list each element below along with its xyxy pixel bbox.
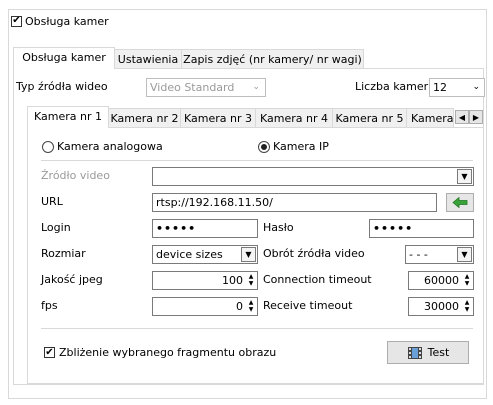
tab-settings[interactable]: Ustawienia [114, 49, 182, 69]
login-input[interactable]: ••••• [152, 219, 258, 238]
chevron-down-icon: ▼ [457, 247, 472, 262]
chevron-left-icon: ◀ [458, 112, 466, 122]
fps-spinner[interactable]: 0 ▲ ▼ [152, 297, 258, 316]
camera-count-value: 12 [433, 81, 447, 94]
tab-photo-save[interactable]: Zapis zdjęć (nr kamery/ nr wagi) [181, 49, 364, 69]
url-label: URL [41, 195, 63, 208]
size-select[interactable]: device sizes ▼ [152, 245, 258, 264]
rotation-value: - - - [409, 248, 428, 261]
password-label: Hasło [263, 221, 294, 234]
insert-url-button[interactable] [446, 193, 474, 212]
tab-camera-5[interactable]: Kamera nr 5 [332, 108, 407, 128]
receive-timeout-value: 30000 [424, 300, 459, 313]
fps-value: 0 [236, 300, 243, 313]
checkbox-mark: ✔ [11, 15, 22, 27]
jpeg-quality-label: Jakość jpeg [41, 273, 103, 286]
radio-analog-camera[interactable]: Kamera analogowa [42, 140, 163, 153]
camera-handling-checkbox[interactable]: ✔ Obsługa kamer [11, 13, 113, 29]
connection-timeout-value: 60000 [424, 274, 459, 287]
arrow-left-icon [452, 197, 468, 208]
spinner-arrows-icon[interactable]: ▲ ▼ [246, 299, 256, 314]
checkbox-mark: ✔ [44, 346, 55, 358]
spinner-arrows-icon[interactable]: ▲ ▼ [246, 273, 256, 288]
receive-timeout-spinner[interactable]: 30000 ▲ ▼ [408, 297, 474, 316]
chevron-down-icon: ▼ [457, 169, 472, 184]
fps-label: fps [41, 299, 58, 312]
video-source-label: Źródło video [41, 169, 110, 182]
tab-camera-1[interactable]: Kamera nr 1 [27, 106, 109, 128]
receive-timeout-label: Receive timeout [263, 299, 353, 312]
source-type-value: Video Standard [150, 81, 235, 94]
connection-timeout-label: Connection timeout [263, 273, 372, 286]
radio-ip-camera[interactable]: Kamera IP [258, 140, 329, 153]
tab-camera-handling[interactable]: Obsługa kamer [13, 47, 115, 69]
connection-timeout-spinner[interactable]: 60000 ▲ ▼ [408, 271, 474, 290]
size-label: Rozmiar [41, 247, 86, 260]
tab-camera-2[interactable]: Kamera nr 2 [108, 108, 181, 128]
radio-analog-label: Kamera analogowa [57, 140, 163, 153]
test-button[interactable]: Test [387, 341, 469, 364]
login-label: Login [41, 221, 71, 234]
chevron-down-icon: ⌄ [472, 82, 480, 92]
checkbox-label: Obsługa kamer [25, 14, 109, 28]
radio-circle-selected [258, 140, 270, 153]
chevron-down-icon: ⌄ [252, 82, 260, 92]
divider [41, 328, 473, 329]
tab-camera-6[interactable]: Kamera [406, 108, 454, 128]
spinner-arrows-icon[interactable]: ▲ ▼ [462, 299, 472, 314]
tab-scroll-left-button[interactable]: ◀ [455, 110, 469, 124]
film-camera-icon [407, 346, 422, 359]
zoom-fragment-checkbox[interactable]: ✔ Zbliżenie wybranego fragmentu obrazu [44, 346, 276, 359]
chevron-down-icon: ▼ [241, 247, 256, 262]
tab-scroll-right-button[interactable]: ▶ [469, 110, 483, 124]
radio-circle [42, 140, 54, 153]
password-input[interactable]: ••••• [369, 219, 474, 238]
url-input[interactable]: rtsp://192.168.11.50/ [152, 193, 437, 212]
camera-count-label: Liczba kamer [355, 80, 429, 93]
video-source-select[interactable]: ▼ [152, 167, 474, 186]
zoom-checkbox-label: Zbliżenie wybranego fragmentu obrazu [59, 346, 277, 359]
source-type-select[interactable]: Video Standard ⌄ [146, 78, 266, 97]
source-type-label: Typ źródła wideo [16, 80, 108, 93]
rotation-label: Obrót źródła video [263, 247, 365, 260]
tab-camera-3[interactable]: Kamera nr 3 [180, 108, 256, 128]
jpeg-quality-spinner[interactable]: 100 ▲ ▼ [152, 271, 258, 290]
jpeg-quality-value: 100 [222, 274, 243, 287]
spinner-arrows-icon[interactable]: ▲ ▼ [462, 273, 472, 288]
divider [41, 160, 473, 161]
radio-ip-label: Kamera IP [273, 140, 329, 153]
tab-camera-4[interactable]: Kamera nr 4 [255, 108, 333, 128]
test-button-label: Test [427, 346, 450, 359]
camera-count-select[interactable]: 12 ⌄ [429, 78, 485, 97]
size-value: device sizes [156, 248, 223, 261]
chevron-right-icon: ▶ [472, 112, 480, 122]
rotation-select[interactable]: - - - ▼ [405, 245, 474, 264]
